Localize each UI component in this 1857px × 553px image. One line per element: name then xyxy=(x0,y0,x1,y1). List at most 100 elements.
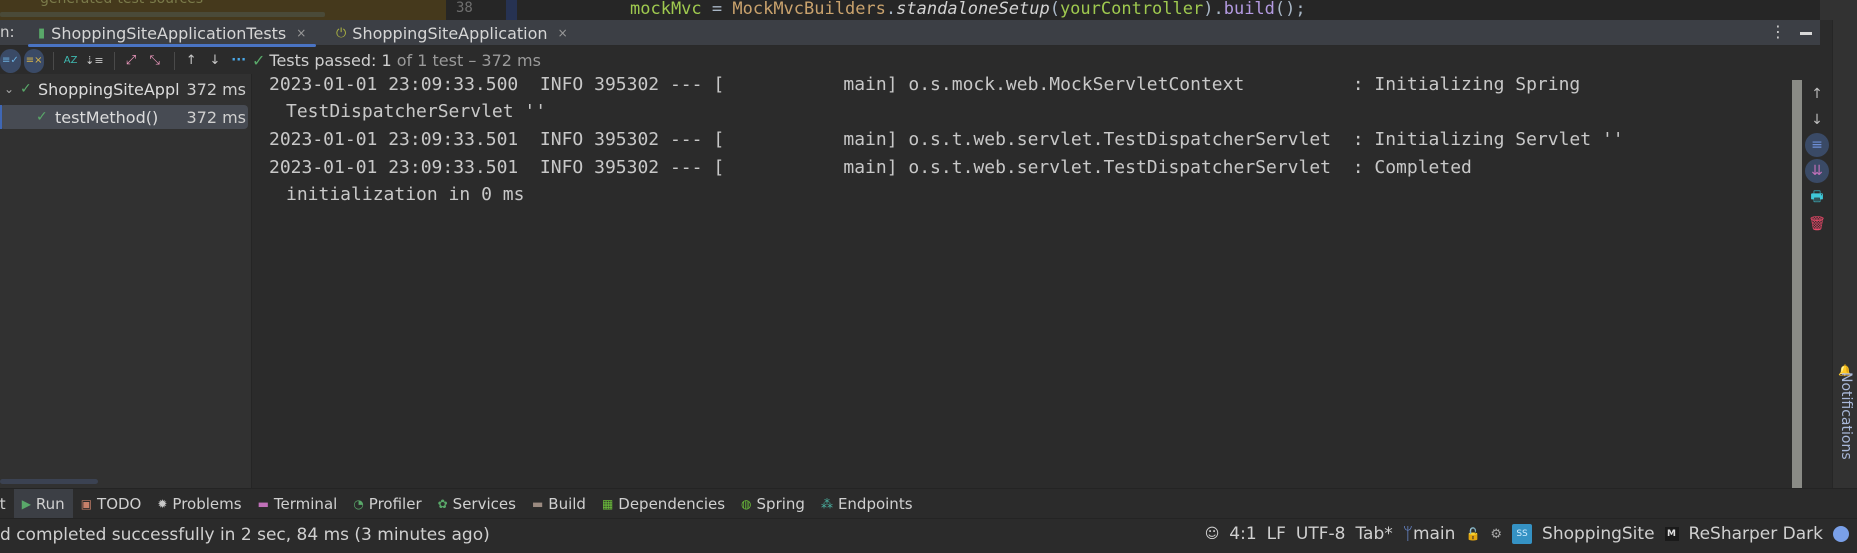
arrow-down-icon: ↓ xyxy=(209,53,221,68)
code-operator: = xyxy=(701,0,733,19)
print-icon: 🖶 xyxy=(1810,189,1824,205)
scroll-down-button[interactable]: ↓ xyxy=(1805,108,1829,132)
tool-window-endpoints[interactable]: ⁂ Endpoints xyxy=(813,489,921,519)
print-button[interactable]: 🖶 xyxy=(1805,186,1829,210)
arrow-down-icon: ↓ xyxy=(1811,112,1823,128)
show-ignored-button[interactable]: ≡× xyxy=(23,48,45,73)
tool-window-label: Services xyxy=(452,494,516,513)
services-icon: ✿ xyxy=(437,496,448,511)
passed-icon: ✓ xyxy=(36,109,48,125)
tree-item-test-method[interactable]: ✓ testMethod() 372 ms xyxy=(0,105,248,129)
more-options-icon[interactable]: ⋮ xyxy=(1770,22,1786,41)
line-separator[interactable]: LF xyxy=(1267,524,1286,544)
status-separator: – xyxy=(468,51,477,70)
tool-window-label: TODO xyxy=(97,494,142,513)
collapse-icon: ⤡ xyxy=(149,53,160,68)
build-icon: ▬ xyxy=(531,496,544,511)
status-dot-icon[interactable] xyxy=(1833,526,1849,542)
file-encoding[interactable]: UTF-8 xyxy=(1296,524,1346,544)
caret-position[interactable]: 4:1 xyxy=(1229,524,1256,544)
log-line: 2023-01-01 23:09:33.500 INFO 395302 --- … xyxy=(269,74,1581,95)
status-widgets: ☺ 4:1 LF UTF-8 Tab* ᛘmain 🔓 ⚙ SS Shoppin… xyxy=(1205,524,1849,544)
sort-by-duration-button[interactable]: ⇣≡ xyxy=(84,49,105,73)
indent-setting[interactable]: Tab* xyxy=(1355,524,1392,544)
tool-window-terminal[interactable]: ▬ Terminal xyxy=(250,489,346,519)
tab-shopping-site-application[interactable]: ⏻ ShoppingSiteApplication × xyxy=(330,20,574,46)
toolbar-separator xyxy=(174,51,175,70)
terminal-icon: ▬ xyxy=(257,496,269,511)
console-vertical-scrollbar[interactable] xyxy=(1792,80,1802,488)
tool-window-profiler[interactable]: ◔ Profiler xyxy=(345,489,429,519)
settings-icon[interactable]: ⚙ xyxy=(1490,527,1502,542)
toolbar-separator xyxy=(53,51,55,70)
clear-all-button[interactable]: 🗑 xyxy=(1805,212,1829,236)
log-line-continuation: initialization in 0 ms xyxy=(286,184,525,205)
tool-window-spring[interactable]: ◍ Spring xyxy=(733,489,813,519)
previous-failed-button[interactable]: ↑ xyxy=(181,49,202,73)
tool-window-services[interactable]: ✿ Services xyxy=(430,489,524,519)
tests-passed-count: 1 xyxy=(381,51,392,70)
sort-alphabetically-button[interactable]: AZ xyxy=(60,49,81,73)
test-toolbar: ≡✓ ≡× AZ ⇣≡ ⤢ ⤡ ↑ ↓ ··· xyxy=(0,47,252,74)
tool-window-run[interactable]: ▶ Run xyxy=(13,488,73,519)
trash-icon: 🗑 xyxy=(1808,216,1826,232)
project-tree-scrollbar[interactable] xyxy=(0,12,325,17)
line-number: 38 xyxy=(456,0,473,16)
lock-icon[interactable]: 🔓 xyxy=(1465,527,1480,541)
notifications-tab[interactable]: Notifications xyxy=(1838,372,1854,460)
tree-item-time: 372 ms xyxy=(186,107,246,127)
scroll-up-button[interactable]: ↑ xyxy=(1805,82,1829,106)
tool-window-dependencies[interactable]: ▦ Dependencies xyxy=(594,489,733,519)
log-line-continuation: TestDispatcherServlet '' xyxy=(286,101,547,122)
next-failed-button[interactable]: ↓ xyxy=(205,49,226,73)
expand-all-button[interactable]: ⤢ xyxy=(121,49,142,73)
console-toolbar: ↑ ↓ ≡ ⇊ 🖶 🗑 xyxy=(1802,74,1832,488)
tab-shopping-site-application-tests[interactable]: ▮ ShoppingSiteApplicationTests × xyxy=(28,20,317,47)
tool-window-git[interactable]: Git xyxy=(0,489,14,519)
tool-window-label: Git xyxy=(0,494,6,513)
more-options-button[interactable]: ··· xyxy=(228,49,249,73)
tool-window-todo[interactable]: ▣ TODO xyxy=(73,489,150,519)
collapse-all-button[interactable]: ⤡ xyxy=(144,49,165,73)
code-end: (); xyxy=(1274,0,1306,19)
project-tree-fragment: generated-test-sources xyxy=(0,0,446,20)
tests-passed-label: Tests passed: xyxy=(269,51,377,70)
status-message[interactable]: d completed successfully in 2 sec, 84 ms… xyxy=(0,525,490,545)
tool-window-build[interactable]: ▬ Build xyxy=(524,489,594,519)
minimize-icon[interactable] xyxy=(1800,32,1812,35)
status-bar: d completed successfully in 2 sec, 84 ms… xyxy=(0,518,1857,553)
tree-item-time: 372 ms xyxy=(186,79,246,99)
sort-duration-icon: ⇣≡ xyxy=(85,54,104,67)
tool-window-label: Terminal xyxy=(273,494,338,513)
tool-window-label: Run xyxy=(35,494,65,513)
close-icon[interactable]: × xyxy=(296,26,306,40)
tree-horizontal-scrollbar[interactable] xyxy=(0,479,98,484)
code-line[interactable]: mockMvc = MockMvcBuilders.standaloneSetu… xyxy=(630,0,1306,19)
soft-wrap-button[interactable]: ≡ xyxy=(1805,133,1829,157)
tool-window-label: Build xyxy=(548,494,586,513)
ellipsis-icon: ··· xyxy=(231,53,247,68)
tree-item-suite[interactable]: ⌄ ✓ ShoppingSiteAppl 372 ms xyxy=(0,77,248,101)
code-argument: yourController xyxy=(1059,0,1204,19)
project-badge: SS xyxy=(1512,524,1533,544)
test-tree: ⌄ ✓ ShoppingSiteAppl 372 ms ✓ testMethod… xyxy=(0,74,252,488)
console-output[interactable]: 2023-01-01 23:09:33.500 INFO 395302 --- … xyxy=(253,74,1801,488)
tree-item-label: testMethod() xyxy=(55,107,159,127)
log-line: 2023-01-01 23:09:33.501 INFO 395302 --- … xyxy=(269,157,1472,178)
project-name[interactable]: ShoppingSite xyxy=(1542,524,1654,544)
close-icon[interactable]: × xyxy=(558,26,568,40)
show-passed-button[interactable]: ≡✓ xyxy=(0,48,21,73)
theme-name[interactable]: ReSharper Dark xyxy=(1689,524,1823,544)
tool-window-bar: Git ▶ Run ▣ TODO ✹ Problems ▬ Terminal ◔ Profiler ✿… xyxy=(0,488,1857,519)
git-branch[interactable]: ᛘmain xyxy=(1403,524,1456,544)
project-tree-item[interactable]: generated-test-sources xyxy=(40,0,203,7)
tests-total: of 1 test xyxy=(396,51,464,70)
editor-gutter: 38 xyxy=(446,0,526,20)
chevron-down-icon[interactable]: ⌄ xyxy=(4,82,14,96)
passed-icon: ✓ xyxy=(20,81,32,97)
inspection-icon[interactable]: ☺ xyxy=(1205,526,1220,542)
tool-window-problems[interactable]: ✹ Problems xyxy=(149,489,249,519)
tests-duration: 372 ms xyxy=(481,51,541,70)
scroll-to-end-button[interactable]: ⇊ xyxy=(1805,159,1829,183)
arrow-up-icon: ↑ xyxy=(1811,86,1823,102)
